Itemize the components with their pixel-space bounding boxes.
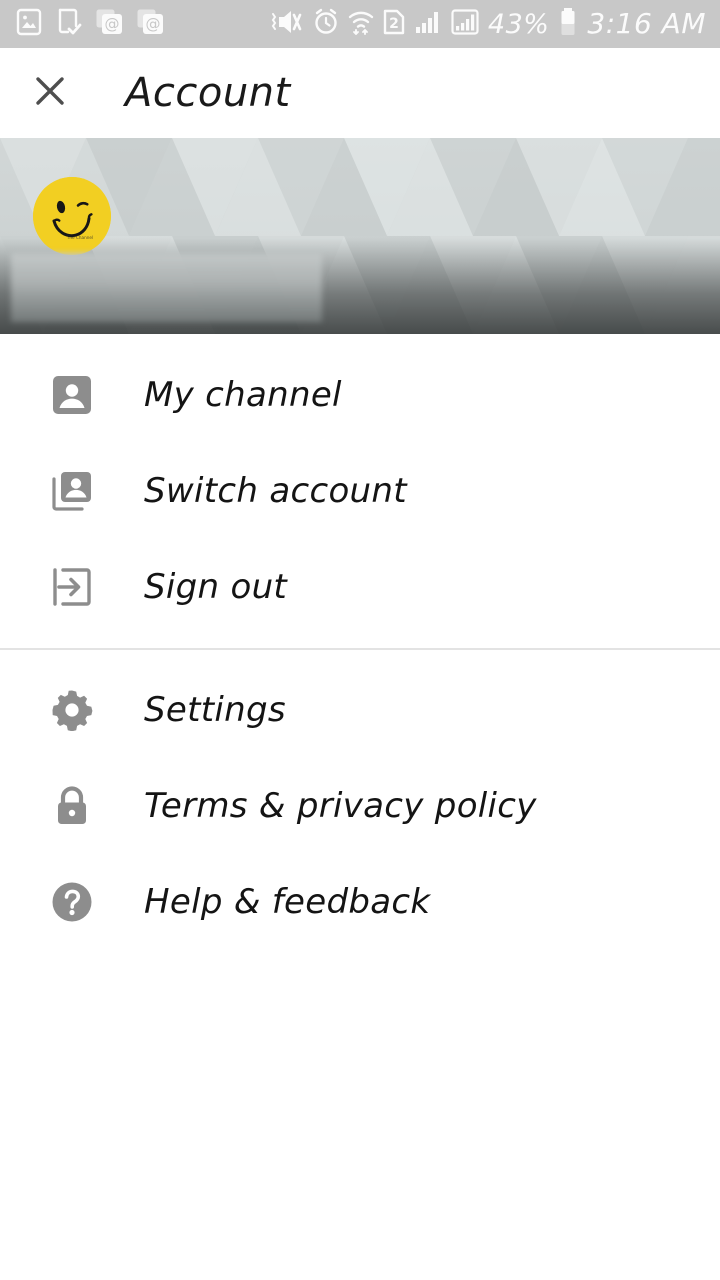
status-bar-clock: 3:16 AM [587,7,706,40]
menu-item-sign-out[interactable]: Sign out [0,539,720,635]
battery-percent: 43% [487,8,550,40]
status-bar: @ @ 2 43% 3:16 AM [0,0,720,48]
menu-item-switch-account[interactable]: Switch account [0,443,720,539]
channel-banner: The Channel [0,138,720,334]
menu-item-my-channel[interactable]: My channel [0,347,720,443]
svg-text:The Channel: The Channel [66,235,93,240]
gear-icon [50,688,94,732]
close-icon [31,72,69,114]
menu-item-label: My channel [144,375,342,415]
email-icon-2: @ [137,8,164,40]
menu-item-settings[interactable]: Settings [0,662,720,758]
switch-account-icon [50,469,94,513]
profile-avatar[interactable]: The Channel [33,177,111,255]
screenshot-icon [16,8,42,40]
app-bar: Account [0,48,720,138]
close-button[interactable] [24,67,76,119]
menu-item-label: Sign out [144,567,288,607]
lock-icon [50,784,94,828]
page-title: Account [125,70,291,116]
menu-item-label: Switch account [144,471,407,511]
redacted-username [11,253,322,322]
alarm-icon [313,8,339,40]
status-bar-left-icons: @ @ [16,8,164,40]
sign-out-icon [50,565,94,609]
sim-2-icon: 2 [383,8,405,40]
svg-text:2: 2 [389,16,399,32]
person-icon [50,373,94,417]
menu-item-label: Settings [144,690,286,730]
svg-text:@: @ [105,15,120,33]
svg-text:@: @ [146,15,161,33]
status-bar-right-icons: 2 43% 3:16 AM [270,7,706,41]
battery-icon [558,7,578,41]
menu-item-terms-privacy[interactable]: Terms & privacy policy [0,758,720,854]
menu-item-help-feedback[interactable]: Help & feedback [0,854,720,950]
signal-1-icon [414,8,442,40]
menu-item-label: Help & feedback [144,882,431,922]
signal-2-icon [451,8,479,40]
menu-divider [0,648,720,650]
help-circle-icon [50,880,94,924]
menu-item-label: Terms & privacy policy [144,786,537,826]
email-icon-1: @ [96,8,123,40]
mute-vibrate-icon [270,8,304,40]
wifi-icon [348,8,374,40]
account-menu: My channel Switch account Sign out Setti… [0,334,720,950]
download-complete-icon [56,8,82,40]
